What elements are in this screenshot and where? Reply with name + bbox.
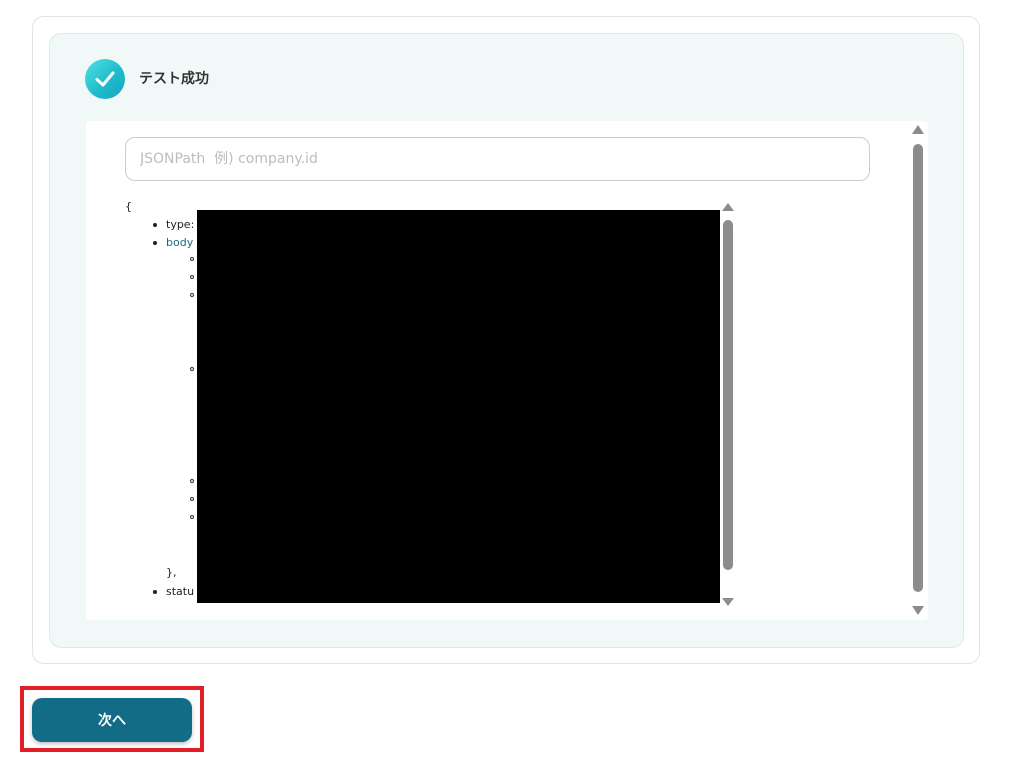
scroll-thumb[interactable]	[723, 220, 733, 570]
check-icon	[85, 59, 125, 99]
scroll-up-arrow-icon[interactable]	[722, 203, 734, 211]
json-open-brace: {	[125, 200, 132, 213]
list-bullet	[190, 515, 194, 519]
json-key-status: statu	[152, 583, 194, 601]
list-bullet	[190, 275, 194, 279]
list-bullet	[190, 257, 194, 261]
scroll-down-arrow-icon[interactable]	[912, 606, 924, 615]
test-status-title: テスト成功	[139, 71, 209, 87]
list-bullet	[190, 479, 194, 483]
json-close-body: },	[166, 566, 177, 579]
redacted-content	[197, 210, 720, 603]
scroll-up-arrow-icon[interactable]	[912, 125, 924, 134]
list-bullet	[190, 497, 194, 501]
panel-scrollbar[interactable]	[911, 125, 925, 617]
scroll-thumb[interactable]	[913, 144, 923, 592]
json-key-body[interactable]: body	[152, 234, 193, 252]
list-bullet	[190, 293, 194, 297]
jsonpath-search-input[interactable]	[125, 137, 870, 181]
list-bullet	[190, 367, 194, 371]
next-button[interactable]: 次へ	[32, 698, 192, 742]
scroll-down-arrow-icon[interactable]	[722, 598, 734, 606]
json-scrollbar[interactable]	[722, 203, 734, 608]
json-key-type: type:	[152, 216, 194, 234]
